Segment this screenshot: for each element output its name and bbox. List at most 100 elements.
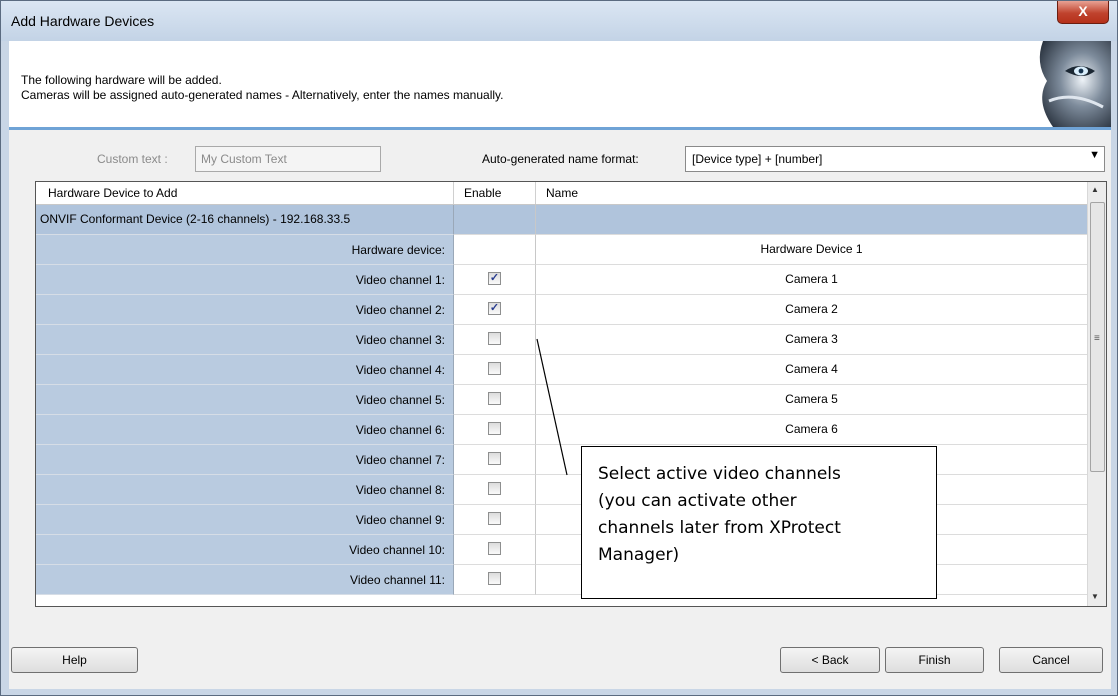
hardware-grid: Hardware Device to Add Enable Name ONVIF… <box>35 181 1107 607</box>
row-label-cell: Video channel 9: <box>36 505 454 535</box>
enable-cell <box>454 475 536 505</box>
table-row[interactable]: Hardware device: Hardware Device 1 <box>36 235 1087 265</box>
row-label: Video channel 9: <box>355 513 445 527</box>
grip-icon: ≡ <box>1094 333 1100 344</box>
row-label-cell: Video channel 3: <box>36 325 454 355</box>
header-panel: The following hardware will be added. Ca… <box>9 41 1111 128</box>
callout-line: channels later from XProtect <box>598 518 841 538</box>
enable-checkbox[interactable] <box>488 482 501 495</box>
help-button[interactable]: Help <box>11 647 138 673</box>
vertical-scrollbar[interactable]: ▲ ≡ ▼ <box>1087 182 1106 606</box>
custom-text-label: Custom text : <box>97 152 168 166</box>
scroll-up-icon[interactable]: ▲ <box>1091 185 1099 194</box>
row-label-cell: Video channel 4: <box>36 355 454 385</box>
row-label: Video channel 3: <box>355 333 445 347</box>
enable-checkbox[interactable] <box>488 362 501 375</box>
row-label: Video channel 10: <box>349 543 445 557</box>
callout-box: Select active video channels (you can ac… <box>581 446 937 599</box>
camera-name-cell[interactable]: Camera 3 <box>536 325 1087 355</box>
camera-name-cell[interactable]: Hardware Device 1 <box>536 235 1087 265</box>
title-bar[interactable]: Add Hardware Devices X <box>1 1 1117 41</box>
row-label-cell: Hardware device: <box>36 235 454 265</box>
enable-checkbox[interactable]: ✓ <box>488 302 501 315</box>
intro-text-line1: The following hardware will be added. <box>21 73 222 87</box>
enable-cell <box>454 385 536 415</box>
enable-checkbox[interactable] <box>488 512 501 525</box>
enable-cell <box>454 565 536 595</box>
callout-text: Select active video channels (you can ac… <box>598 461 928 569</box>
header-divider <box>9 127 1111 130</box>
scroll-down-icon[interactable]: ▼ <box>1091 592 1099 601</box>
device-title: ONVIF Conformant Device (2-16 channels) … <box>40 212 351 226</box>
close-icon: X <box>1078 3 1088 19</box>
row-label: Video channel 11: <box>350 573 445 587</box>
row-label: Video channel 8: <box>355 483 445 497</box>
enable-checkbox[interactable] <box>488 452 501 465</box>
camera-name-cell[interactable]: Camera 2 <box>536 295 1087 325</box>
table-row[interactable]: Video channel 1: ✓ Camera 1 <box>36 265 1087 295</box>
enable-checkbox[interactable] <box>488 392 501 405</box>
enable-checkbox[interactable] <box>488 572 501 585</box>
camera-name-cell[interactable]: Camera 5 <box>536 385 1087 415</box>
row-label: Video channel 6: <box>355 423 445 437</box>
table-row[interactable]: Video channel 5: Camera 5 <box>36 385 1087 415</box>
enable-cell <box>454 235 536 265</box>
row-label: Video channel 2: <box>355 303 445 317</box>
column-header-name[interactable]: Name <box>546 186 578 200</box>
device-name-cell <box>536 205 1087 235</box>
table-row[interactable]: Video channel 4: Camera 4 <box>36 355 1087 385</box>
name-format-label: Auto-generated name format: <box>482 152 639 166</box>
row-label: Hardware device: <box>351 243 445 257</box>
enable-cell <box>454 415 536 445</box>
row-label-cell: Video channel 2: <box>36 295 454 325</box>
enable-cell <box>454 325 536 355</box>
device-group-row[interactable]: ONVIF Conformant Device (2-16 channels) … <box>36 205 1087 235</box>
chevron-down-icon[interactable]: ▼ <box>1089 149 1100 161</box>
table-row[interactable]: Video channel 2: ✓ Camera 2 <box>36 295 1087 325</box>
row-label-cell: Video channel 5: <box>36 385 454 415</box>
custom-text-input[interactable]: My Custom Text <box>195 146 381 172</box>
intro-text-line2: Cameras will be assigned auto-generated … <box>21 88 504 102</box>
scroll-thumb[interactable]: ≡ <box>1090 202 1105 472</box>
camera-name-cell[interactable]: Camera 6 <box>536 415 1087 445</box>
row-label-cell: Video channel 11: <box>36 565 454 595</box>
cancel-button[interactable]: Cancel <box>999 647 1103 673</box>
row-label-cell: Video channel 10: <box>36 535 454 565</box>
row-label: Video channel 1: <box>355 273 445 287</box>
column-divider <box>453 182 454 204</box>
grid-header: Hardware Device to Add Enable Name <box>36 182 1087 205</box>
callout-line: Manager) <box>598 545 680 565</box>
column-header-device[interactable]: Hardware Device to Add <box>48 186 177 200</box>
callout-line: (you can activate other <box>598 491 797 511</box>
enable-checkbox[interactable]: ✓ <box>488 272 501 285</box>
enable-cell: ✓ <box>454 265 536 295</box>
column-header-enable[interactable]: Enable <box>464 186 501 200</box>
enable-cell <box>454 445 536 475</box>
device-cell: ONVIF Conformant Device (2-16 channels) … <box>36 205 454 235</box>
camera-name-cell[interactable]: Camera 4 <box>536 355 1087 385</box>
row-label-cell: Video channel 7: <box>36 445 454 475</box>
finish-button[interactable]: Finish <box>885 647 984 673</box>
row-label: Video channel 5: <box>355 393 445 407</box>
table-row[interactable]: Video channel 3: Camera 3 <box>36 325 1087 355</box>
close-button[interactable]: X <box>1057 1 1109 24</box>
name-format-select[interactable]: [Device type] + [number] ▼ <box>685 146 1105 172</box>
name-format-value: [Device type] + [number] <box>692 152 823 166</box>
camera-name-cell[interactable]: Camera 1 <box>536 265 1087 295</box>
enable-checkbox[interactable] <box>488 422 501 435</box>
column-divider <box>535 182 536 204</box>
dialog-window: Add Hardware Devices X The following har… <box>0 0 1118 696</box>
device-enable-cell <box>454 205 536 235</box>
row-label-cell: Video channel 8: <box>36 475 454 505</box>
enable-checkbox[interactable] <box>488 542 501 555</box>
enable-cell <box>454 355 536 385</box>
table-row[interactable]: Video channel 6: Camera 6 <box>36 415 1087 445</box>
row-label: Video channel 4: <box>355 363 445 377</box>
enable-cell <box>454 535 536 565</box>
row-label-cell: Video channel 6: <box>36 415 454 445</box>
back-button[interactable]: < Back <box>780 647 880 673</box>
row-label-cell: Video channel 1: <box>36 265 454 295</box>
wolf-logo <box>1013 41 1111 127</box>
callout-line: Select active video channels <box>598 464 841 484</box>
enable-checkbox[interactable] <box>488 332 501 345</box>
